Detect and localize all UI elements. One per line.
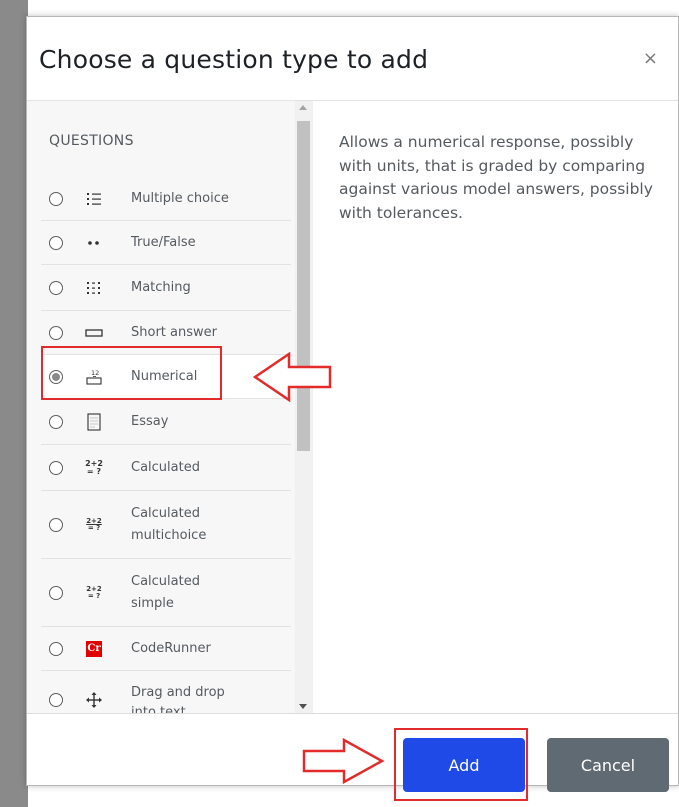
radio-drag-drop-text[interactable]	[49, 693, 63, 707]
annotation-highlight-add	[394, 728, 528, 801]
option-calculated[interactable]: 2+2 = ? Calculated	[41, 445, 291, 491]
option-calculated-simple[interactable]: 2+2 = ? Calculated simple	[41, 559, 291, 627]
option-label: Short answer	[131, 325, 217, 340]
coderunner-icon: Cr	[83, 638, 105, 660]
option-label: Multiple choice	[131, 191, 229, 206]
question-type-list[interactable]: QUESTIONS Multiple choice True/False Mat…	[27, 101, 313, 713]
option-label: Essay	[131, 414, 169, 429]
option-label: Calculated multichoice	[131, 506, 207, 543]
close-button[interactable]: ×	[643, 49, 658, 69]
option-true-false[interactable]: True/False	[41, 221, 291, 265]
dialog-title: Choose a question type to add	[39, 45, 429, 74]
calculated-icon: 2+2 = ?	[83, 457, 105, 479]
calc-icon-bottom: = ?	[86, 467, 102, 476]
dialog-body: QUESTIONS Multiple choice True/False Mat…	[27, 101, 678, 713]
option-label: Matching	[131, 280, 191, 295]
option-label: Calculated simple	[131, 574, 200, 611]
coderunner-icon-text: Cr	[86, 641, 102, 657]
annotation-highlight-numerical	[41, 346, 222, 400]
dialog-header: Choose a question type to add ×	[27, 17, 678, 101]
radio-calculated[interactable]	[49, 461, 63, 475]
question-type-dialog: Choose a question type to add × QUESTION…	[26, 16, 679, 792]
radio-calculated-multichoice[interactable]	[49, 518, 63, 532]
short-answer-icon	[83, 322, 105, 344]
cancel-button[interactable]: Cancel	[547, 738, 669, 792]
radio-multiple-choice[interactable]	[49, 192, 63, 206]
option-drag-drop-text[interactable]: Drag and drop into text	[41, 671, 291, 713]
radio-essay[interactable]	[49, 415, 63, 429]
option-label: Drag and drop into text	[131, 685, 225, 713]
calculated-simple-icon: 2+2 = ?	[83, 582, 105, 604]
scroll-down-arrow-icon[interactable]	[299, 704, 307, 709]
list-scrollbar[interactable]	[295, 101, 313, 713]
essay-icon	[83, 411, 105, 433]
radio-calculated-simple[interactable]	[49, 586, 63, 600]
radio-short-answer[interactable]	[49, 326, 63, 340]
option-label: Calculated	[131, 460, 200, 475]
option-label: CodeRunner	[131, 641, 211, 656]
option-label: True/False	[131, 235, 196, 250]
annotation-arrow-left-icon	[252, 352, 332, 402]
calc-icon-bottom: = ?	[87, 524, 101, 532]
calc-icon-bottom: = ?	[87, 592, 101, 600]
question-type-description: Allows a numerical response, possibly wi…	[339, 133, 653, 222]
radio-true-false[interactable]	[49, 236, 63, 250]
option-multiple-choice[interactable]: Multiple choice	[41, 177, 291, 221]
scroll-up-arrow-icon[interactable]	[299, 105, 307, 110]
background-sidebar-strip	[0, 0, 28, 807]
multiple-choice-icon	[83, 188, 105, 210]
annotation-arrow-right-icon	[302, 738, 385, 784]
radio-coderunner[interactable]	[49, 642, 63, 656]
drag-drop-icon	[83, 689, 105, 711]
radio-matching[interactable]	[49, 281, 63, 295]
true-false-icon	[83, 232, 105, 254]
option-matching[interactable]: Matching	[41, 265, 291, 311]
calculated-multichoice-icon: 2+2 = ?	[83, 514, 105, 536]
option-calculated-multichoice[interactable]: 2+2 = ? Calculated multichoice	[41, 491, 291, 559]
section-label-questions: QUESTIONS	[49, 133, 134, 149]
option-coderunner[interactable]: Cr CodeRunner	[41, 627, 291, 671]
option-essay[interactable]: Essay	[41, 399, 291, 445]
matching-icon	[83, 277, 105, 299]
